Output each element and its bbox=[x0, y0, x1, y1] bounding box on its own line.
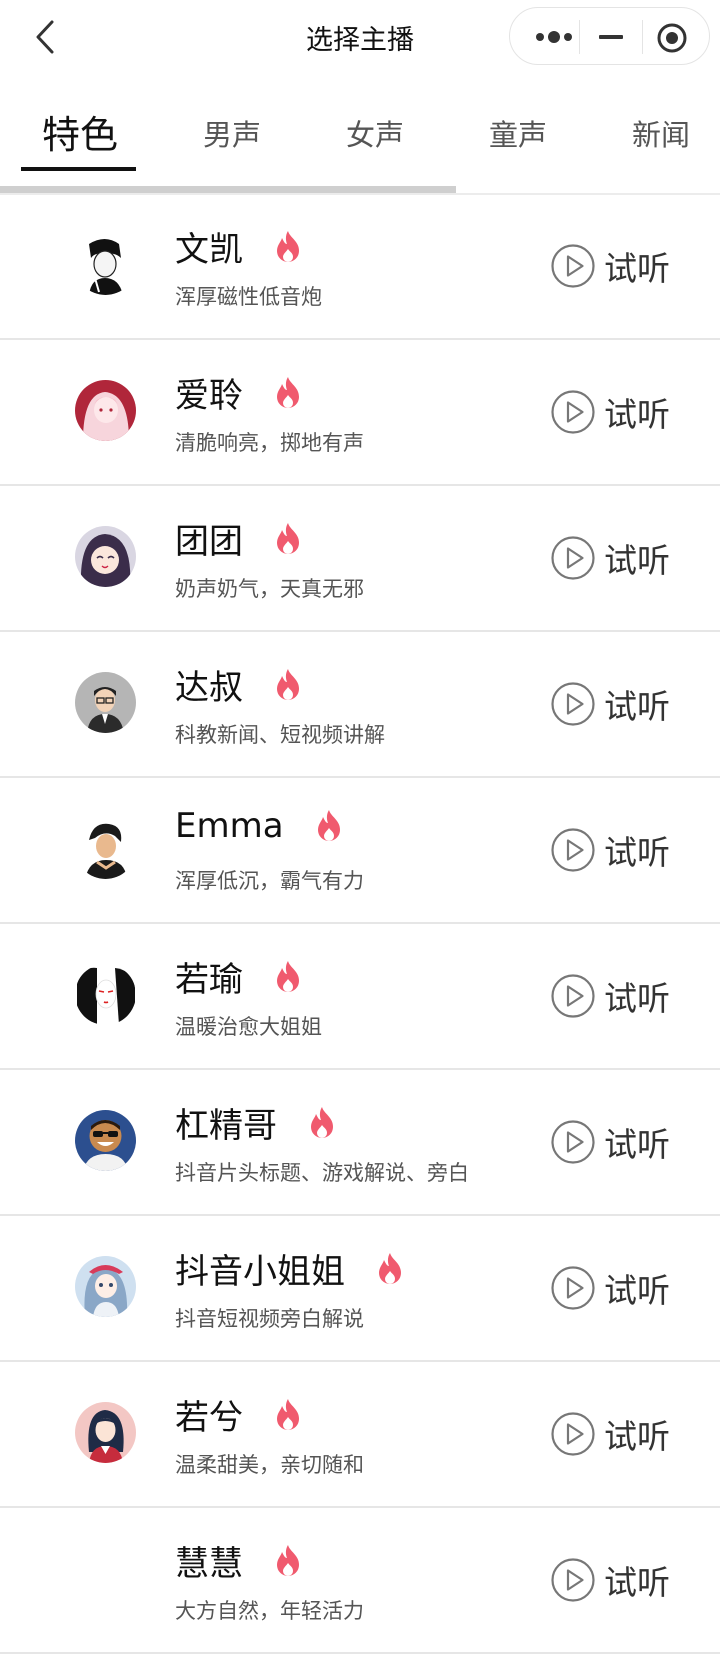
fire-icon bbox=[277, 230, 299, 262]
avatar bbox=[75, 380, 136, 441]
anchor-description: 抖音短视频旁白解说 bbox=[175, 1307, 364, 1331]
anchor-name: 爱聆 bbox=[175, 376, 243, 416]
avatar bbox=[75, 526, 136, 587]
more-dots-icon bbox=[536, 31, 572, 43]
anchor-item[interactable]: 抖音小姐姐 抖音短视频旁白解说 试听 bbox=[0, 1216, 720, 1362]
listen-label: 试听 bbox=[604, 979, 670, 1018]
fire-icon bbox=[277, 1398, 299, 1430]
listen-button[interactable]: 试听 bbox=[550, 1556, 670, 1604]
avatar bbox=[75, 964, 136, 1025]
tab-featured[interactable]: 特色 bbox=[42, 104, 118, 159]
listen-button[interactable]: 试听 bbox=[550, 1118, 670, 1166]
fire-icon bbox=[317, 810, 340, 841]
play-circle-icon bbox=[551, 244, 595, 288]
anchor-description: 抖音片头标题、游戏解说、旁白 bbox=[175, 1161, 469, 1185]
listen-label: 试听 bbox=[604, 687, 670, 726]
play-circle-icon bbox=[551, 1558, 595, 1602]
capsule-divider bbox=[579, 20, 580, 54]
play-circle-icon bbox=[551, 1412, 595, 1456]
listen-button[interactable]: 试听 bbox=[550, 680, 670, 728]
avatar bbox=[75, 234, 136, 295]
minimize-button[interactable] bbox=[591, 22, 631, 52]
play-circle-icon bbox=[551, 974, 595, 1018]
play-circle-icon bbox=[551, 828, 595, 872]
anchor-name: 文凯 bbox=[175, 230, 243, 270]
mini-program-capsule bbox=[509, 7, 710, 65]
listen-label: 试听 bbox=[604, 1271, 670, 1310]
anchor-item[interactable]: 慧慧 大方自然，年轻活力 试听 bbox=[0, 1508, 720, 1654]
avatar bbox=[75, 672, 136, 733]
anchor-description: 浑厚磁性低音炮 bbox=[175, 285, 322, 309]
play-circle-icon bbox=[551, 536, 595, 580]
listen-button[interactable]: 试听 bbox=[550, 1410, 670, 1458]
listen-label: 试听 bbox=[604, 1125, 670, 1164]
fire-icon bbox=[277, 960, 299, 992]
avatar bbox=[75, 1402, 136, 1463]
anchor-item[interactable]: 杠精哥 抖音片头标题、游戏解说、旁白 试听 bbox=[0, 1070, 720, 1216]
tab-female[interactable]: 女声 bbox=[346, 112, 404, 154]
listen-button[interactable]: 试听 bbox=[550, 242, 670, 290]
anchor-name: 慧慧 bbox=[175, 1544, 243, 1584]
listen-label: 试听 bbox=[604, 541, 670, 580]
listen-label: 试听 bbox=[604, 1417, 670, 1456]
listen-button[interactable]: 试听 bbox=[550, 826, 670, 874]
anchor-item[interactable]: 团团 奶声奶气，天真无邪 试听 bbox=[0, 486, 720, 632]
listen-label: 试听 bbox=[604, 833, 670, 872]
tab-male[interactable]: 男声 bbox=[203, 112, 261, 154]
anchor-name: 若兮 bbox=[175, 1398, 243, 1438]
anchor-name: 团团 bbox=[175, 522, 243, 562]
play-circle-icon bbox=[551, 1120, 595, 1164]
anchor-description: 温柔甜美，亲切随和 bbox=[175, 1453, 364, 1477]
active-tab-indicator bbox=[21, 167, 136, 171]
navigation-bar: 选择主播 bbox=[0, 0, 720, 74]
tab-child[interactable]: 童声 bbox=[489, 112, 547, 154]
avatar bbox=[75, 1256, 136, 1317]
fire-icon bbox=[311, 1106, 333, 1138]
anchor-list: 文凯 浑厚磁性低音炮 试听 爱聆 清脆响亮，掷地有声 试听 团团 奶声奶气，天真… bbox=[0, 194, 720, 1654]
more-button[interactable] bbox=[532, 22, 576, 52]
anchor-item[interactable]: 文凯 浑厚磁性低音炮 试听 bbox=[0, 194, 720, 340]
tab-news[interactable]: 新闻 bbox=[632, 112, 690, 154]
fire-icon bbox=[277, 376, 299, 408]
listen-label: 试听 bbox=[604, 395, 670, 434]
play-circle-icon bbox=[551, 1266, 595, 1310]
fire-icon bbox=[277, 1544, 299, 1576]
listen-button[interactable]: 试听 bbox=[550, 1264, 670, 1312]
avatar bbox=[75, 818, 136, 879]
listen-button[interactable]: 试听 bbox=[550, 388, 670, 436]
anchor-name: Emma bbox=[175, 806, 284, 846]
anchor-description: 科教新闻、短视频讲解 bbox=[175, 723, 385, 747]
listen-button[interactable]: 试听 bbox=[550, 534, 670, 582]
close-button[interactable] bbox=[655, 21, 689, 55]
fire-icon bbox=[379, 1252, 401, 1284]
fire-icon bbox=[277, 522, 299, 554]
listen-label: 试听 bbox=[604, 249, 670, 288]
anchor-item[interactable]: 若兮 温柔甜美，亲切随和 试听 bbox=[0, 1362, 720, 1508]
anchor-name: 达叔 bbox=[175, 668, 243, 708]
anchor-description: 温暖治愈大姐姐 bbox=[175, 1015, 322, 1039]
anchor-description: 奶声奶气，天真无邪 bbox=[175, 577, 364, 601]
play-circle-icon bbox=[551, 682, 595, 726]
anchor-description: 浑厚低沉，霸气有力 bbox=[175, 869, 364, 893]
anchor-name: 杠精哥 bbox=[175, 1106, 277, 1146]
play-circle-icon bbox=[551, 390, 595, 434]
anchor-item[interactable]: 若瑜 温暖治愈大姐姐 试听 bbox=[0, 924, 720, 1070]
anchor-item[interactable]: 达叔 科教新闻、短视频讲解 试听 bbox=[0, 632, 720, 778]
anchor-description: 清脆响亮，掷地有声 bbox=[175, 431, 364, 455]
anchor-name: 若瑜 bbox=[175, 960, 243, 1000]
capsule-divider bbox=[642, 20, 643, 54]
anchor-item[interactable]: Emma 浑厚低沉，霸气有力 试听 bbox=[0, 778, 720, 924]
anchor-item[interactable]: 爱聆 清脆响亮，掷地有声 试听 bbox=[0, 340, 720, 486]
category-tabs: 特色 男声 女声 童声 新闻 bbox=[0, 74, 720, 195]
anchor-description: 大方自然，年轻活力 bbox=[175, 1599, 364, 1623]
listen-button[interactable]: 试听 bbox=[550, 972, 670, 1020]
target-circle-icon bbox=[657, 23, 687, 53]
fire-icon bbox=[277, 668, 299, 700]
anchor-name: 抖音小姐姐 bbox=[175, 1252, 345, 1292]
listen-label: 试听 bbox=[604, 1563, 670, 1602]
avatar bbox=[75, 1110, 136, 1171]
minimize-icon bbox=[599, 35, 623, 39]
